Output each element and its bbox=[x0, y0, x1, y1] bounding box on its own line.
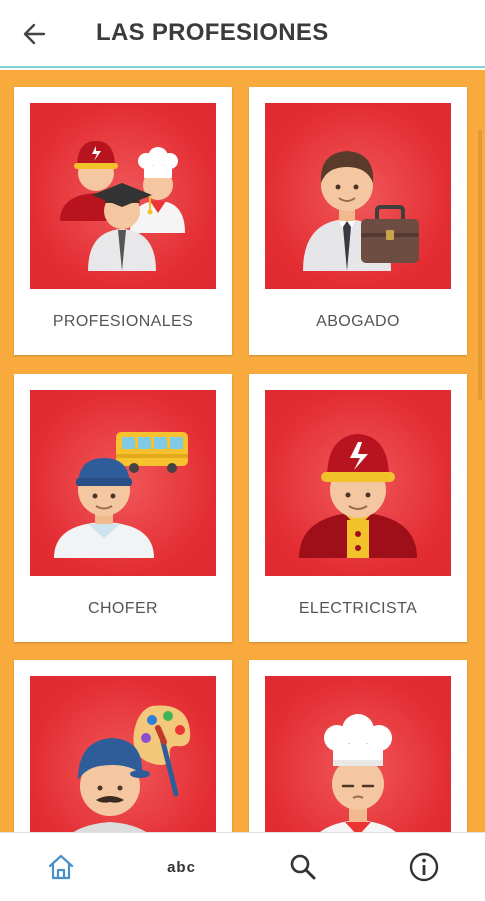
painter-icon bbox=[73, 705, 191, 832]
nav-info[interactable] bbox=[363, 833, 484, 901]
card-image bbox=[30, 103, 216, 289]
back-button[interactable] bbox=[18, 18, 54, 50]
card-driver[interactable]: CHOFER bbox=[14, 374, 232, 642]
home-icon bbox=[48, 854, 73, 880]
card-image bbox=[265, 390, 451, 576]
chef-icon bbox=[320, 714, 396, 832]
card-image bbox=[265, 103, 451, 289]
info-icon bbox=[409, 852, 438, 882]
lawyer-icon bbox=[303, 151, 419, 271]
card-image bbox=[30, 390, 216, 576]
card-professionals[interactable]: PROFESIONALES bbox=[14, 87, 232, 355]
electrician-icon bbox=[299, 434, 417, 558]
scrollbar[interactable] bbox=[478, 130, 482, 400]
card-label: CHOFER bbox=[88, 600, 158, 617]
card-image bbox=[265, 676, 451, 832]
page-title: LAS PROFESIONES bbox=[96, 19, 329, 46]
card-lawyer[interactable]: ABOGADO bbox=[249, 87, 467, 355]
card-image bbox=[30, 676, 216, 832]
professionals-group-icon bbox=[60, 141, 185, 271]
card-painter[interactable] bbox=[14, 660, 232, 832]
professions-grid: PROFESIONALES ABOGADO CHOFER ELECTRICIST… bbox=[0, 70, 485, 832]
bottom-nav: abc bbox=[0, 832, 485, 900]
abc-icon: abc bbox=[167, 858, 196, 876]
app-bar: LAS PROFESIONES bbox=[0, 0, 485, 68]
nav-abc[interactable]: abc bbox=[121, 833, 242, 901]
search-icon bbox=[290, 854, 315, 880]
card-label: ELECTRICISTA bbox=[298, 600, 418, 617]
card-electrician[interactable]: ELECTRICISTA bbox=[249, 374, 467, 642]
card-label: PROFESIONALES bbox=[52, 313, 194, 330]
nav-search[interactable] bbox=[242, 833, 363, 901]
card-chef[interactable] bbox=[249, 660, 467, 832]
nav-home[interactable] bbox=[0, 833, 121, 901]
card-label: ABOGADO bbox=[316, 313, 400, 330]
arrow-left-icon bbox=[23, 23, 46, 45]
driver-bus-icon bbox=[54, 432, 188, 558]
